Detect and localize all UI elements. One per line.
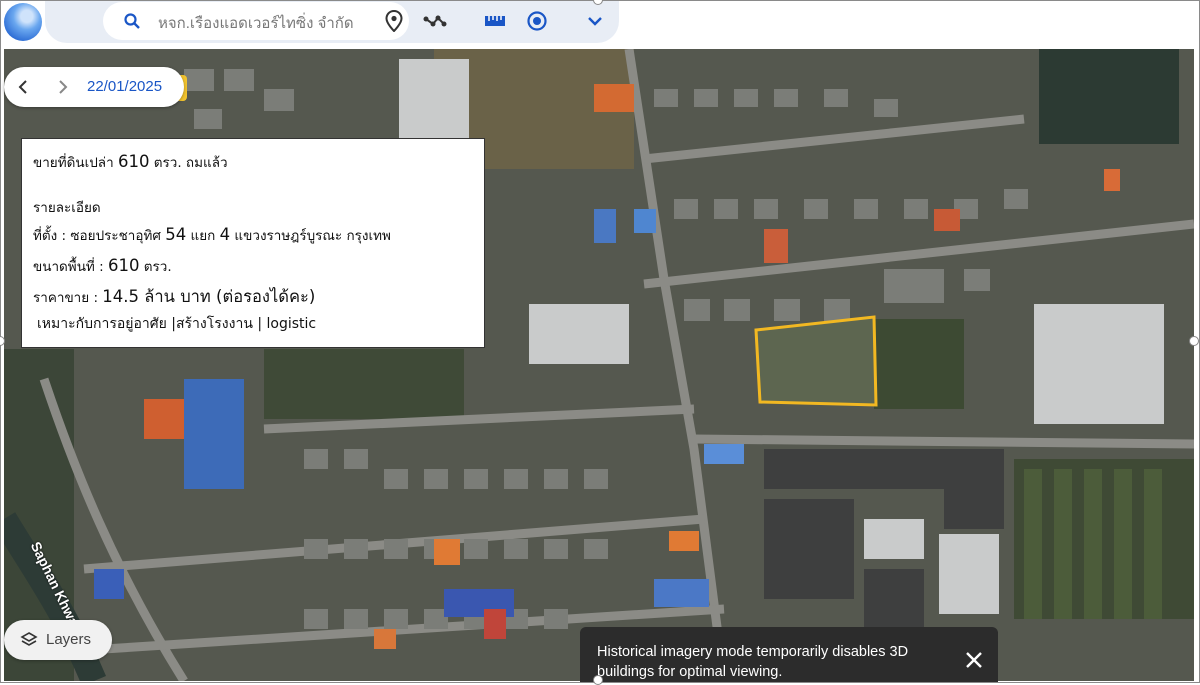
- listing-location: ที่ตั้ง : ซอยประชาอุทิศ 54 แยก 4 แขวงราษ…: [33, 225, 391, 244]
- previous-date-button[interactable]: [12, 76, 34, 98]
- chevron-down-icon[interactable]: [582, 8, 608, 34]
- resize-handle-bottom[interactable]: [593, 675, 603, 685]
- layers-button[interactable]: Layers: [4, 620, 112, 660]
- search-box[interactable]: หจก.เรืองแอดเวอร์ไทซิ่ง จำกัด: [103, 2, 409, 40]
- resize-handle-right[interactable]: [1189, 336, 1199, 346]
- search-icon[interactable]: [119, 8, 145, 34]
- notice-text: Historical imagery mode temporarily disa…: [597, 644, 909, 680]
- close-icon[interactable]: [964, 650, 988, 674]
- layers-label: Layers: [46, 631, 92, 648]
- imagery-notice: Historical imagery mode temporarily disa…: [580, 627, 998, 682]
- window-frame: Saphan Khwai หจก.เรืองแอดเวอร์ไทซิ่ง จำก…: [0, 0, 1200, 683]
- listing-info-panel: ขายที่ดินเปล่า 610 ตรว. ถมแล้ว รายละเอีย…: [21, 138, 485, 348]
- search-input[interactable]: หจก.เรืองแอดเวอร์ไทซิ่ง จำกัด: [158, 11, 354, 35]
- location-pin-icon[interactable]: [381, 8, 407, 34]
- listing-headline: ขายที่ดินเปล่า 610 ตรว. ถมแล้ว: [33, 152, 228, 171]
- layers-icon: [20, 631, 38, 654]
- listing-price: ราคาขาย : 14.5 ล้าน บาท (ต่อรองได้คะ): [33, 287, 316, 306]
- top-toolbar: หจก.เรืองแอดเวอร์ไทซิ่ง จำกัด: [45, 1, 619, 43]
- imagery-date[interactable]: 22/01/2025: [87, 78, 162, 95]
- app-logo[interactable]: [4, 3, 42, 41]
- land-parcel-outline: [754, 315, 878, 407]
- listing-area: ขนาดพื้นที่ : 610 ตรว.: [33, 256, 172, 275]
- listing-suitability: เหมาะกับการอยู่อาศัย |สร้างโรงงาน | logi…: [37, 316, 317, 332]
- details-heading: รายละเอียด: [33, 200, 101, 216]
- date-selector: 22/01/2025: [4, 67, 184, 107]
- ruler-icon[interactable]: [482, 8, 508, 34]
- next-date-button[interactable]: [52, 76, 74, 98]
- path-icon[interactable]: [422, 8, 448, 34]
- history-icon[interactable]: [524, 8, 550, 34]
